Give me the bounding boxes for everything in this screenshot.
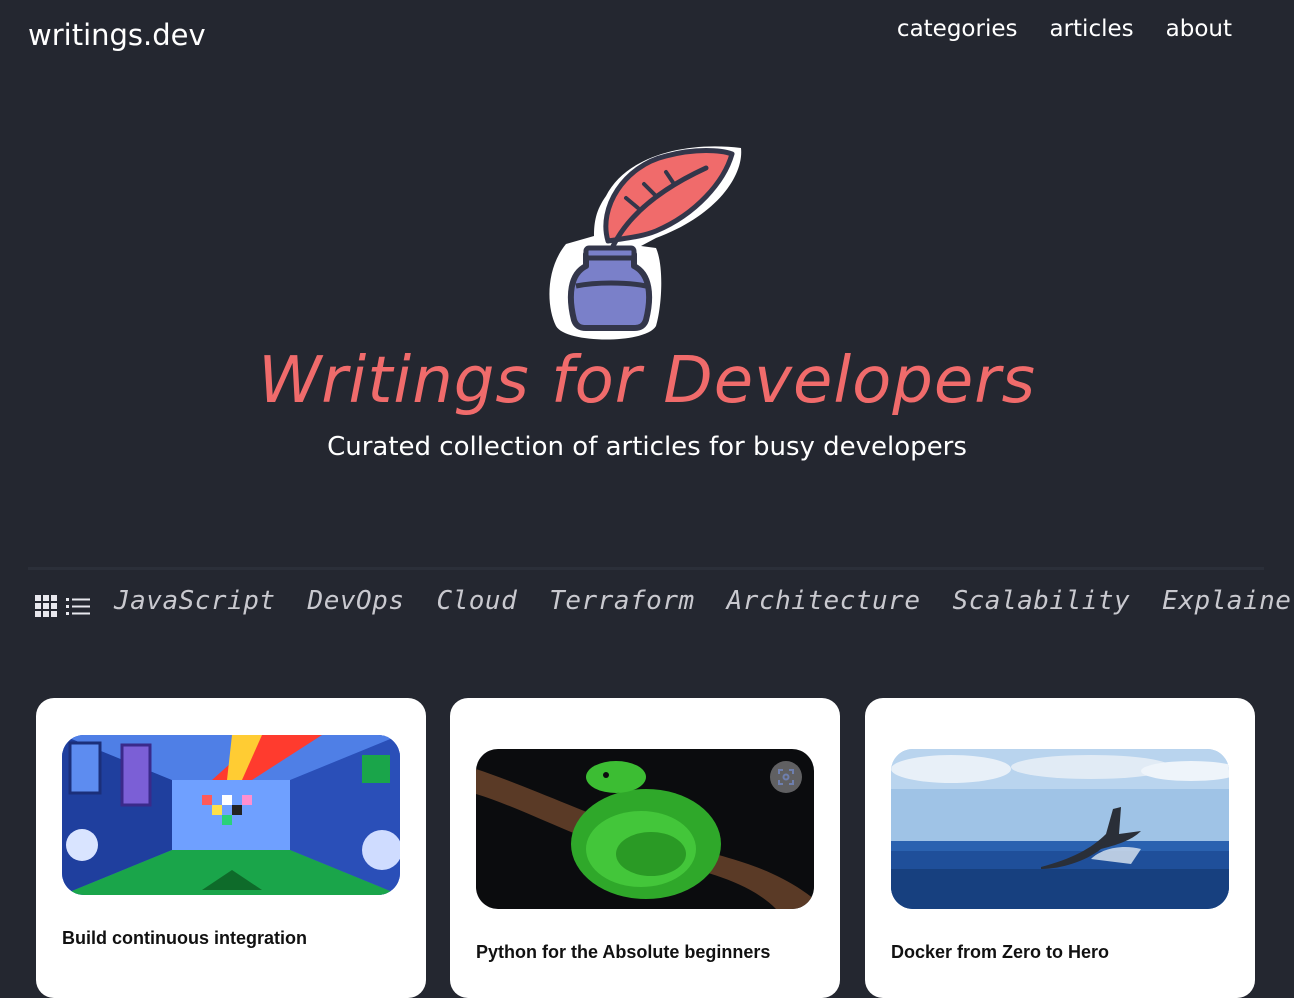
nav-link-categories[interactable]: categories [897,16,1018,42]
lens-icon[interactable] [770,761,802,793]
hero-title: Writings for Developers [258,344,1036,418]
category-javascript[interactable]: JavaScript [114,586,276,616]
list-icon[interactable] [66,594,90,618]
hero-subtitle: Curated collection of articles for busy … [327,432,967,462]
category-scalability[interactable]: Scalability [952,586,1130,616]
article-thumbnail[interactable] [62,735,400,895]
category-devops[interactable]: DevOps [308,586,405,616]
article-card-ci[interactable]: Build continuous integration [36,698,426,998]
category-explainers[interactable]: Explainers [1162,586,1294,616]
nav-link-articles[interactable]: articles [1049,16,1133,42]
article-card-python[interactable]: Python for the Absolute beginners [450,698,840,998]
grid-icon[interactable] [34,594,58,618]
category-cloud[interactable]: Cloud [436,586,517,616]
article-thumbnail[interactable] [476,749,814,909]
category-bar: JavaScript DevOps Cloud Terraform Archit… [28,567,1294,640]
category-links: JavaScript DevOps Cloud Terraform Archit… [114,586,1294,616]
category-architecture[interactable]: Architecture [727,586,921,616]
article-card-docker[interactable]: Docker from Zero to Hero [865,698,1255,998]
category-terraform[interactable]: Terraform [549,586,694,616]
nav-link-about[interactable]: about [1166,16,1232,42]
article-title[interactable]: Docker from Zero to Hero [891,942,1109,963]
quill-inkwell-logo-icon [546,136,746,344]
article-title[interactable]: Python for the Absolute beginners [476,942,770,963]
article-thumbnail[interactable] [891,749,1229,909]
site-brand[interactable]: writings.dev [28,18,206,52]
top-nav: categories articles about [897,16,1232,42]
article-title[interactable]: Build continuous integration [62,928,307,949]
view-toggle [34,594,90,618]
